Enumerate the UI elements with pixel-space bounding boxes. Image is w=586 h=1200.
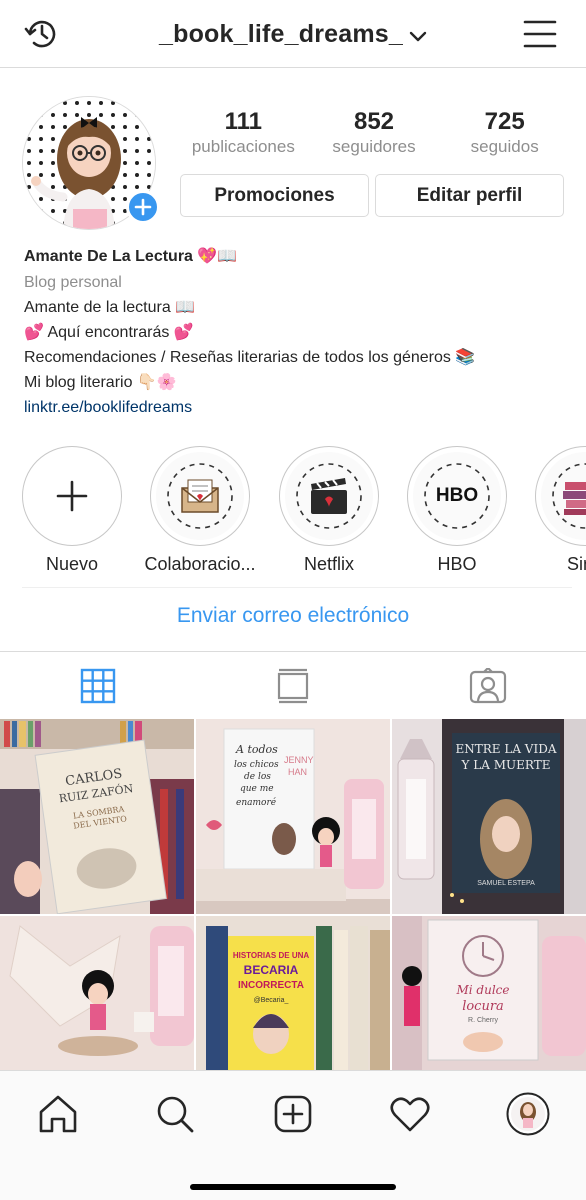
highlight-label: Colaboracio...: [144, 554, 256, 574]
post-book-title: A todos: [235, 743, 278, 756]
stat-following-count: 725: [484, 108, 525, 135]
profile-category: Blog personal: [24, 274, 122, 291]
post-book-author: R. Cherry: [468, 1017, 498, 1024]
home-icon[interactable]: [35, 1091, 81, 1137]
post-image: [0, 916, 194, 1070]
post-image: HISTORIAS DE UNA BECARIA INCORRECTA @Bec…: [196, 916, 390, 1070]
highlight-label: Netflix: [303, 554, 354, 574]
post-book-title: BECARIA: [244, 963, 299, 977]
post-book-title: ENTRE LA VIDA: [455, 742, 556, 756]
profile-avatar[interactable]: [22, 96, 160, 230]
hbo-logo: HBO: [435, 485, 479, 506]
tab-tagged[interactable]: [391, 652, 586, 719]
bio-line: Recomendaciones / Reseñas literarias de …: [24, 349, 476, 366]
menu-icon[interactable]: [520, 14, 560, 54]
edit-profile-button[interactable]: Editar perfil: [375, 174, 564, 217]
stat-followers-count: 852: [353, 108, 395, 135]
profile-username-switcher[interactable]: _book_life_dreams_: [0, 20, 586, 50]
post-image: ENTRE LA VIDA Y LA MUERTE SAMUEL ESTEPA: [392, 719, 586, 914]
highlight-new-circle: [22, 446, 122, 546]
add-post-icon[interactable]: [270, 1091, 316, 1137]
highlight-circle: [535, 446, 586, 546]
post-thumbnail[interactable]: CARLOS RUIZ ZAFÓN LA SOMBRA DEL VIENTO: [0, 719, 194, 914]
bio-line: Mi blog literario 👇🏻🌸: [24, 374, 177, 391]
post-thumbnail[interactable]: A todos los chicos de los que me enamoré…: [196, 719, 390, 914]
highlight-circle: HBO: [407, 446, 507, 546]
post-thumbnail[interactable]: HISTORIAS DE UNA BECARIA INCORRECTA @Bec…: [196, 916, 390, 1070]
post-thumbnail[interactable]: ENTRE LA VIDA Y LA MUERTE SAMUEL ESTEPA: [392, 719, 586, 914]
tagged-icon: [470, 667, 507, 703]
post-image: Mi dulce locura R. Cherry: [392, 916, 586, 1070]
post-thumbnail[interactable]: Mi dulce locura R. Cherry: [392, 916, 586, 1070]
profile-bio: Amante De La Lectura 💖📖 Blog personal Am…: [24, 244, 569, 420]
post-book-author: JENNY: [284, 755, 314, 765]
chevron-down-icon: [409, 21, 427, 50]
search-icon[interactable]: [152, 1091, 198, 1137]
home-indicator: [190, 1184, 396, 1190]
profile-avatar[interactable]: [505, 1091, 551, 1137]
posts-grid: CARLOS RUIZ ZAFÓN LA SOMBRA DEL VIENTO A…: [0, 719, 586, 1070]
highlight-circle: [279, 446, 379, 546]
igtv-icon: [277, 668, 309, 703]
top-header: _book_life_dreams_: [0, 0, 586, 68]
tab-igtv[interactable]: [195, 652, 390, 719]
post-book-title: Mi dulce: [455, 983, 509, 997]
post-book-title: que me: [240, 784, 274, 794]
highlight-netflix[interactable]: Netflix: [279, 446, 379, 575]
profile-tabs: [0, 651, 586, 719]
story-highlights: Nuevo Colaboracio... Netflix HBO HBO Si: [0, 446, 586, 576]
bio-line: Amante de la lectura 📖: [24, 299, 196, 316]
post-book-title: locura: [462, 999, 504, 1014]
stat-following[interactable]: 725 seguidos: [439, 108, 570, 158]
post-book-title: los chicos: [234, 760, 279, 770]
highlight-collaborations[interactable]: Colaboracio...: [144, 446, 256, 575]
divider: [22, 587, 572, 588]
post-book-title: Y LA MUERTE: [461, 758, 551, 772]
post-book-author: HAN: [288, 767, 307, 777]
post-book-author: @Becaria_: [254, 997, 289, 1004]
display-name: Amante De La Lectura 💖📖: [24, 248, 238, 265]
highlight-label: HBO: [437, 554, 477, 574]
heart-icon[interactable]: [387, 1091, 433, 1137]
highlight-sino[interactable]: Sino: [535, 446, 586, 575]
envelope-icon: [167, 463, 233, 529]
highlight-label: Sino: [566, 554, 586, 574]
highlight-hbo[interactable]: HBO HBO: [407, 446, 507, 575]
tab-grid[interactable]: [0, 652, 195, 719]
username: _book_life_dreams_: [159, 20, 403, 48]
post-book-author: SAMUEL ESTEPA: [477, 880, 535, 887]
plus-icon: [56, 480, 88, 512]
post-book-title: enamoré: [236, 797, 277, 808]
bottom-navigation: [0, 1070, 586, 1200]
highlight-circle: [150, 446, 250, 546]
post-thumbnail[interactable]: [0, 916, 194, 1070]
stat-posts-label: publicaciones: [191, 137, 295, 156]
book-stack-icon: [552, 463, 586, 529]
promotions-button[interactable]: Promociones: [180, 174, 369, 217]
stat-followers[interactable]: 852 seguidores: [309, 108, 440, 158]
stat-followers-label: seguidores: [332, 137, 416, 156]
add-story-plus-icon[interactable]: [126, 190, 160, 224]
stat-following-label: seguidos: [470, 137, 539, 156]
stat-posts-count: 111: [224, 108, 263, 135]
bio-link[interactable]: linktr.ee/booklifedreams: [24, 395, 569, 420]
clapperboard-icon: [296, 463, 362, 529]
post-book-title: INCORRECTA: [238, 980, 304, 991]
highlight-label: Nuevo: [45, 554, 99, 574]
post-image: CARLOS RUIZ ZAFÓN LA SOMBRA DEL VIENTO: [0, 719, 194, 914]
highlight-new[interactable]: Nuevo: [22, 446, 122, 575]
grid-icon: [80, 668, 115, 703]
profile-stats: 111 publicaciones 852 seguidores 725 seg…: [178, 108, 570, 158]
post-book-title: de los: [244, 772, 271, 782]
send-email-button[interactable]: Enviar correo electrónico: [0, 604, 586, 628]
bio-line: 💕 Aquí encontrarás 💕: [24, 324, 194, 341]
post-book-title: HISTORIAS DE UNA: [233, 951, 310, 960]
post-image: A todos los chicos de los que me enamoré…: [196, 719, 390, 914]
stat-posts[interactable]: 111 publicaciones: [178, 108, 309, 158]
